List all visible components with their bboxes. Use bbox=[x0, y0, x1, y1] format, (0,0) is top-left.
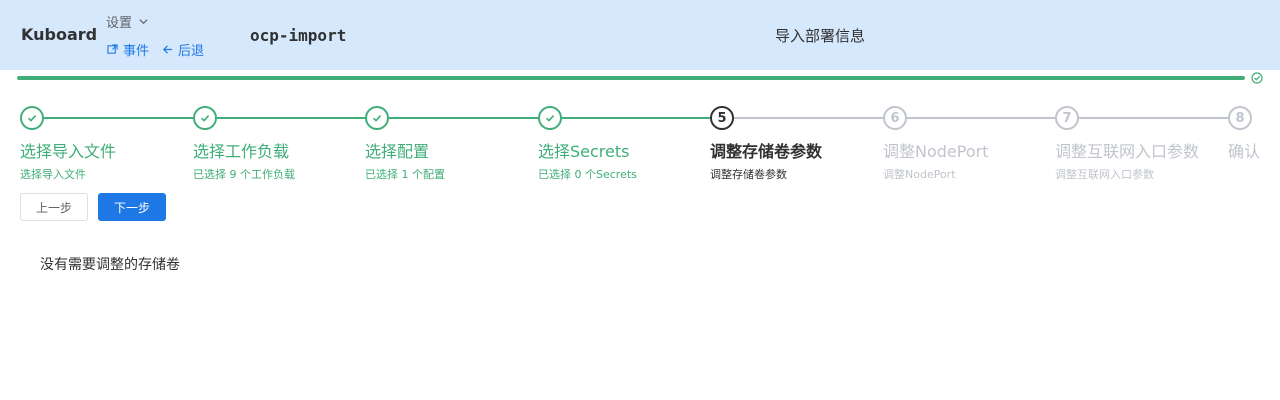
step-description: 调整NodePort bbox=[883, 168, 956, 181]
progress-bar bbox=[17, 76, 1245, 80]
step-number: 5 bbox=[717, 110, 727, 126]
step-icon bbox=[538, 106, 562, 130]
step-title: 调整存储卷参数 bbox=[710, 142, 823, 161]
step-connector bbox=[217, 117, 365, 119]
step-description: 调整存储卷参数 bbox=[710, 168, 787, 181]
steps-wizard: 选择导入文件 选择导入文件 选择工作负载 已选择 9 个工作负载 选择配置 已选择 1 个… bbox=[0, 100, 1280, 190]
step-icon bbox=[20, 106, 44, 130]
step-description: 选择导入文件 bbox=[20, 168, 86, 181]
step-description: 已选择 1 个配置 bbox=[365, 168, 445, 181]
step-number: 8 bbox=[1235, 110, 1245, 126]
prev-step-button[interactable]: 上一步 bbox=[20, 193, 88, 221]
step-connector bbox=[1079, 117, 1228, 119]
step-title: 选择Secrets bbox=[538, 142, 630, 161]
check-icon bbox=[545, 115, 555, 122]
step-connector bbox=[44, 117, 193, 119]
step-description: 调整互联网入口参数 bbox=[1055, 168, 1154, 181]
step-description: 已选择 0 个Secrets bbox=[538, 168, 637, 181]
step-connector bbox=[734, 117, 883, 119]
step-icon: 6 bbox=[883, 106, 907, 130]
step-title: 选择工作负载 bbox=[193, 142, 290, 161]
top-header: Kuboard 设置 事件 后退 ocp-import 导入部署信息 bbox=[0, 0, 1280, 70]
check-icon bbox=[200, 115, 210, 122]
step-icon bbox=[193, 106, 217, 130]
step-connector bbox=[907, 117, 1055, 119]
check-circle-icon bbox=[1251, 72, 1263, 84]
step-description: 已选择 9 个工作负载 bbox=[193, 168, 295, 181]
step-icon: 5 bbox=[710, 106, 734, 130]
step-icon: 8 bbox=[1228, 106, 1252, 130]
step-title: 选择导入文件 bbox=[20, 142, 117, 161]
step-number: 7 bbox=[1062, 110, 1072, 126]
step-number: 6 bbox=[890, 110, 900, 126]
page-title: 导入部署信息 bbox=[774, 27, 865, 45]
next-step-button[interactable]: 下一步 bbox=[98, 193, 166, 221]
step-title: 调整互联网入口参数 bbox=[1055, 142, 1200, 161]
empty-volumes-message: 没有需要调整的存储卷 bbox=[40, 257, 180, 273]
step-title: 选择配置 bbox=[365, 142, 430, 161]
check-icon bbox=[372, 115, 382, 122]
step-connector bbox=[562, 117, 710, 119]
check-icon bbox=[27, 115, 37, 122]
step-connector bbox=[389, 117, 538, 119]
progress-fill bbox=[17, 76, 1245, 80]
step-icon bbox=[365, 106, 389, 130]
step-title: 确认 bbox=[1228, 142, 1261, 161]
step-icon: 7 bbox=[1055, 106, 1079, 130]
step-title: 调整NodePort bbox=[883, 142, 989, 161]
